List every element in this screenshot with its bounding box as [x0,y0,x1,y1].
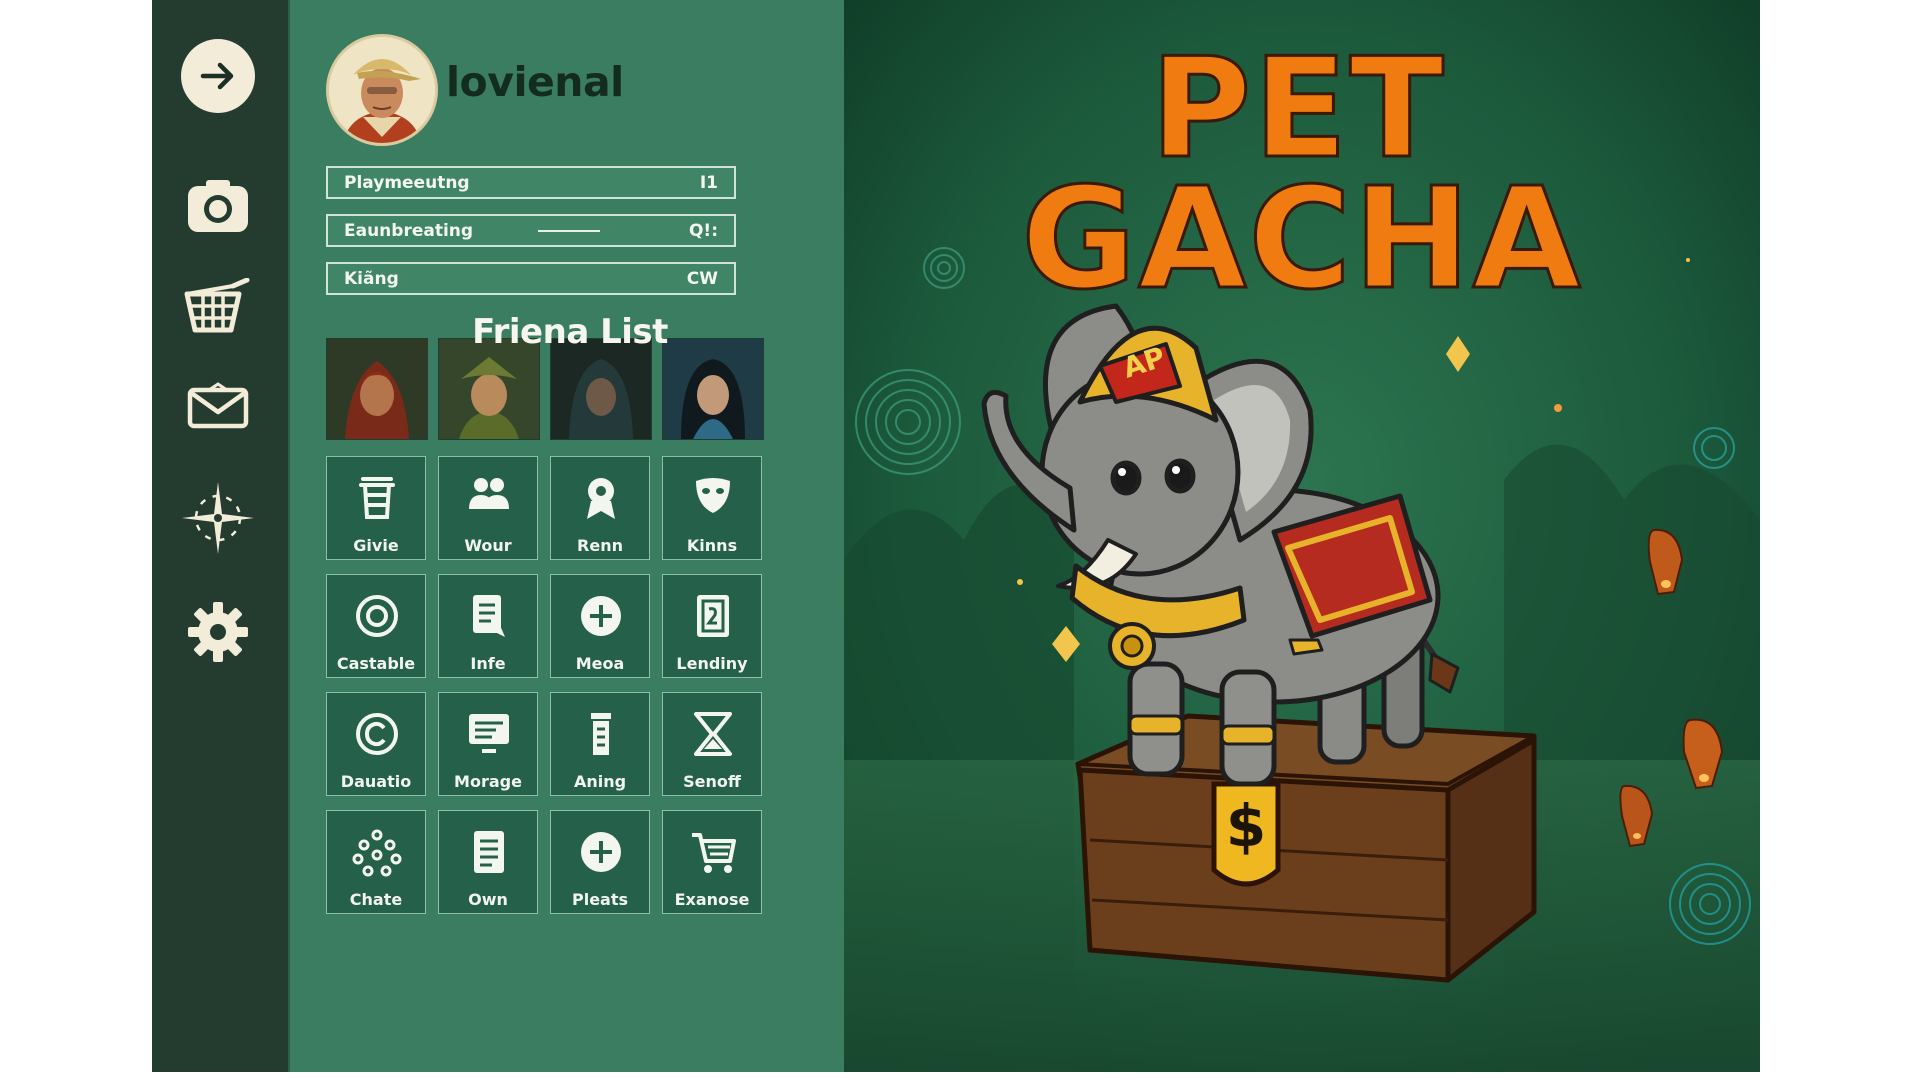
stat-row-kiang: Kiãng CW [326,262,736,295]
menu-tile-label: Exanose [674,890,750,909]
copyright-icon [327,711,427,759]
menu-tile-label: Own [468,890,508,909]
menu-tile-label: Renn [577,536,623,555]
gacha-banner: AP $ PET GACHA [844,0,1760,1072]
dots-cluster-icon [327,829,427,877]
menu-tile-label: Meoa [575,654,625,673]
stat-value: Q!: [688,220,718,241]
stat-label: Playmeeutng [344,172,470,193]
menu-tile-givie[interactable]: Givie [326,456,426,560]
stat-value: CW [686,268,718,289]
menu-tile-label: Wour [464,536,512,555]
friend-avatar-1[interactable] [326,338,428,440]
menu-tile-chate[interactable]: Chate [326,810,426,914]
list-icon [439,829,539,877]
gear-icon [188,602,248,662]
stat-row-playmeeutng: Playmeeutng I1 [326,166,736,199]
stat-value: I1 [699,172,718,193]
menu-tile-label: Chate [349,890,403,909]
hourglass-icon [663,711,763,759]
menu-tile-label: Givie [353,536,399,555]
camera-button[interactable] [178,166,258,246]
plus-circle-icon [551,829,651,877]
compass-icon [182,482,254,554]
monitor-icon [439,711,539,759]
stat-label: Kiãng [344,268,399,289]
menu-tile-wour[interactable]: Wour [438,456,538,560]
cart-icon [663,829,763,877]
menu-tile-lendiny[interactable]: Lendiny [662,574,762,678]
mask-icon [663,475,763,523]
game-screen: lovienal Playmeeutng I1 Eaunbreating Q!:… [152,0,1760,1072]
target-icon [327,593,427,641]
next-button[interactable] [178,36,258,116]
menu-tile-label: Lendiny [676,654,748,673]
menu-tile-label: Infe [470,654,506,673]
menu-tile-label: Kinns [686,536,738,555]
menu-tile-label: Castable [336,654,416,673]
chest-currency-symbol: $ [1225,792,1267,860]
mail-button[interactable] [178,366,258,446]
side-rail [152,0,288,1072]
menu-tile-label: Senoff [683,772,741,791]
menu-tile-label: Dauatio [340,772,412,791]
stat-label: Eaunbreating [344,220,474,241]
menu-tile-kinns[interactable]: Kinns [662,456,762,560]
friend-avatar-3[interactable] [550,338,652,440]
menu-tile-label: Morage [454,772,522,791]
profile-panel: lovienal Playmeeutng I1 Eaunbreating Q!:… [288,0,845,1072]
menu-tile-label: Pleats [571,890,629,909]
card-icon [663,593,763,641]
menu-tile-label: Aning [573,772,627,791]
menu-tile-exanose[interactable]: Exanose [662,810,762,914]
camera-icon [188,180,248,232]
menu-tile-pleats[interactable]: Pleats [550,810,650,914]
shop-button[interactable] [178,266,258,346]
settings-button[interactable] [178,592,258,672]
plus-circle-icon [551,593,651,641]
menu-tile-own[interactable]: Own [438,810,538,914]
menu-tile-senoff[interactable]: Senoff [662,692,762,796]
compass-button[interactable] [178,478,258,558]
document-icon [439,593,539,641]
stat-progress-bar [538,230,600,232]
menu-tile-castable[interactable]: Castable [326,574,426,678]
bucket-icon [327,475,427,523]
friends-list-title: Friena List [472,312,668,352]
friend-avatar-4[interactable] [662,338,764,440]
avatar[interactable] [326,34,438,146]
mail-icon [187,382,249,429]
menu-tile-aning[interactable]: Aning [550,692,650,796]
stat-row-eaunbreating: Eaunbreating Q!: [326,214,736,247]
basket-icon [184,278,250,333]
banner-title-line-2: GACHA [1020,157,1583,323]
menu-tile-meoa[interactable]: Meoa [550,574,650,678]
menu-tile-morage[interactable]: Morage [438,692,538,796]
menu-tile-infe[interactable]: Infe [438,574,538,678]
menu-tile-dauatio[interactable]: Dauatio [326,692,426,796]
player-name: lovienal [446,58,624,106]
friend-avatar-2[interactable] [438,338,540,440]
arrow-right-icon [181,39,255,113]
menu-tile-renn[interactable]: Renn [550,456,650,560]
group-icon [439,475,539,523]
badge-icon [551,475,651,523]
bottle-icon [551,711,651,759]
